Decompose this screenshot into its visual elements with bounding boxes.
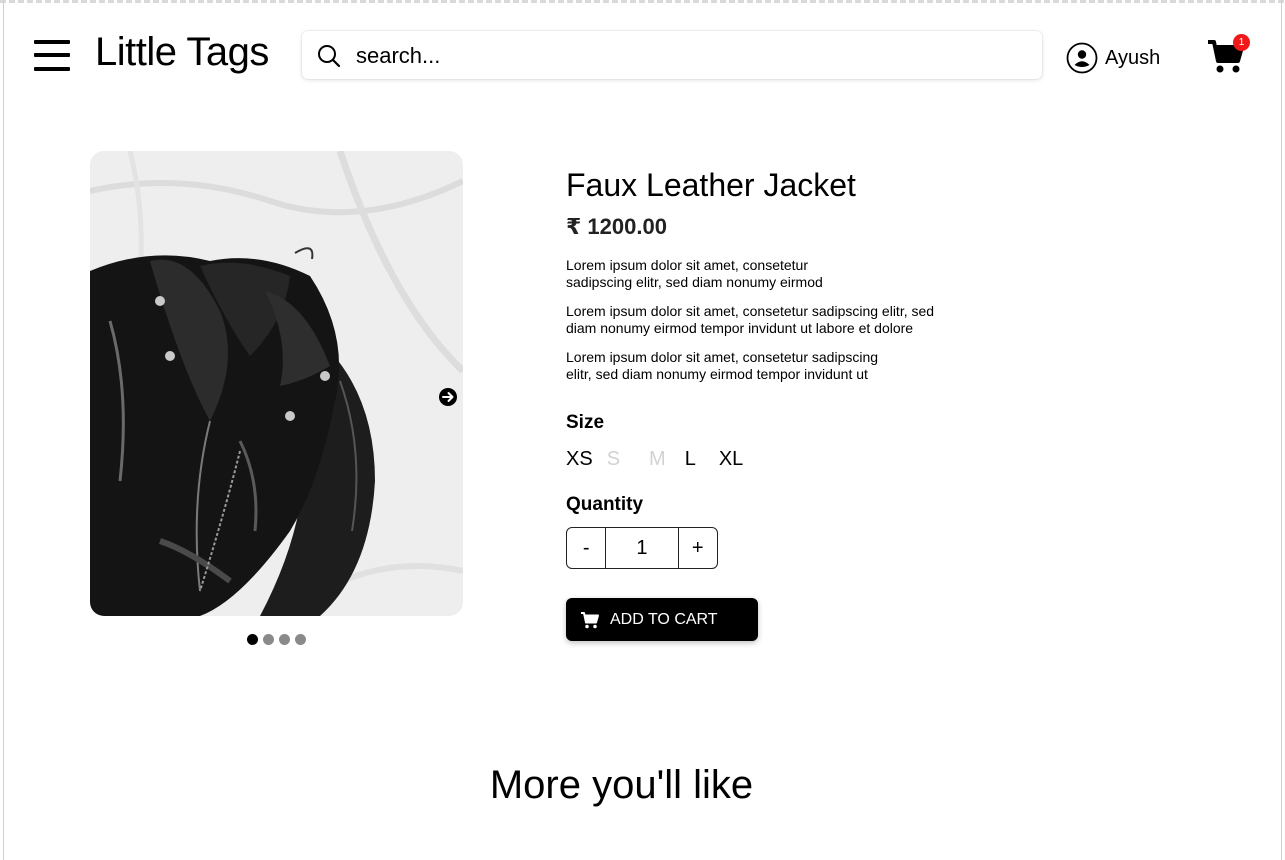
carousel-dot[interactable] — [247, 634, 258, 645]
cart-button[interactable]: 1 — [1206, 34, 1252, 78]
product-description: Lorem ipsum dolor sit amet, consetetur s… — [566, 303, 935, 336]
size-label: Size — [566, 412, 605, 433]
search-input[interactable] — [354, 37, 1018, 75]
size-option-l[interactable]: L — [685, 448, 696, 471]
product-price: ₹ 1200.00 — [566, 214, 667, 239]
carousel-dot[interactable] — [263, 634, 274, 645]
size-selector: XS S M L XL — [566, 448, 743, 471]
cart-icon — [581, 611, 599, 628]
size-option-m: M — [649, 448, 666, 470]
left-border — [3, 0, 4, 860]
size-option-xl[interactable]: XL — [719, 448, 743, 471]
next-image-arrow-icon[interactable] — [438, 387, 458, 407]
search-icon — [318, 45, 341, 68]
user-account[interactable]: Ayush — [1066, 41, 1160, 75]
cart-count-badge: 1 — [1233, 34, 1250, 51]
carousel-dot[interactable] — [295, 634, 306, 645]
top-border — [0, 0, 1285, 3]
quantity-increment-button[interactable]: + — [679, 528, 717, 568]
add-to-cart-button[interactable]: ADD TO CART — [566, 598, 758, 641]
brand-logo[interactable]: Little Tags — [95, 28, 269, 76]
jacket-photo — [90, 151, 463, 616]
add-to-cart-label: ADD TO CART — [610, 610, 718, 628]
quantity-stepper: - 1 + — [566, 527, 718, 569]
carousel-dot[interactable] — [279, 634, 290, 645]
product-title: Faux Leather Jacket — [566, 167, 856, 203]
product-description: Lorem ipsum dolor sit amet, consetetur s… — [566, 349, 879, 382]
quantity-decrement-button[interactable]: - — [567, 528, 605, 568]
user-name: Ayush — [1105, 46, 1161, 69]
size-option-s: S — [606, 448, 621, 470]
search-bar[interactable] — [302, 31, 1042, 79]
recommendations-heading: More you'll like — [489, 763, 754, 807]
quantity-value[interactable]: 1 — [605, 528, 679, 568]
product-image[interactable] — [90, 151, 463, 616]
image-carousel-dots — [247, 634, 306, 645]
hamburger-menu-icon[interactable] — [34, 38, 70, 72]
user-avatar-icon — [1066, 42, 1098, 74]
quantity-label: Quantity — [566, 494, 644, 515]
product-description: Lorem ipsum dolor sit amet, consetetur s… — [566, 257, 823, 290]
right-border — [1281, 0, 1282, 860]
size-option-xs[interactable]: XS — [566, 448, 593, 471]
